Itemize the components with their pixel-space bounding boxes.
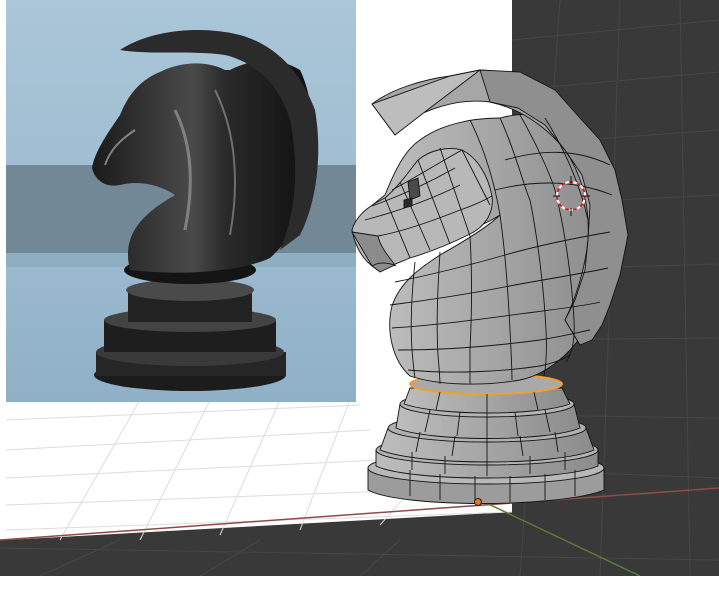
object-origin[interactable] [474,498,482,506]
3d-viewport[interactable] [0,0,719,576]
app-window [0,0,719,606]
viewport-canvas[interactable] [0,0,719,576]
bottom-margin [0,576,719,606]
reference-image-plane[interactable] [6,0,356,402]
y-axis-line [479,499,641,576]
